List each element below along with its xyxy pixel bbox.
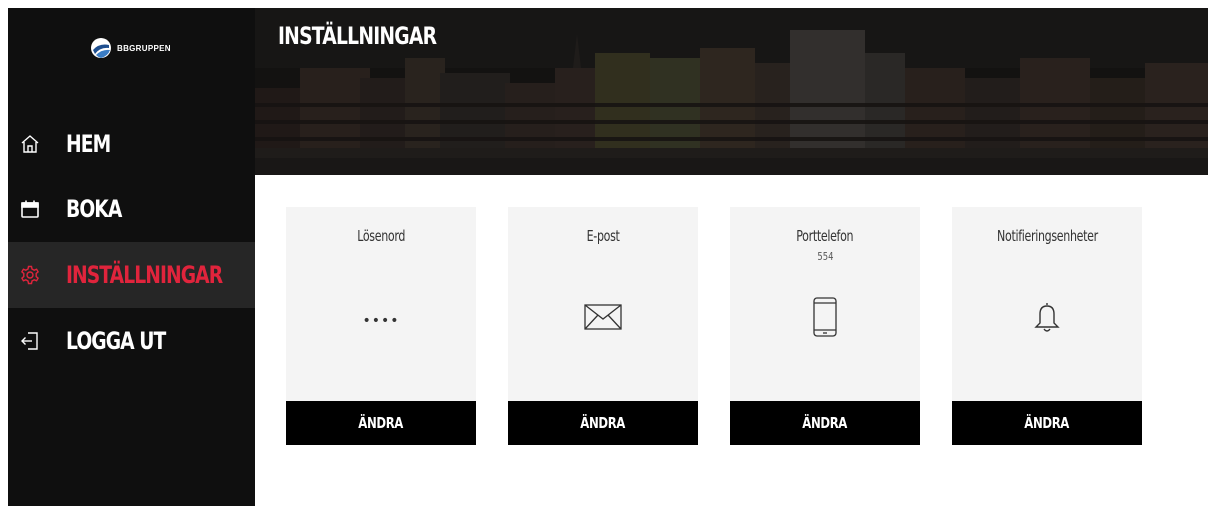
sidebar-item-label: INSTÄLLNINGAR — [66, 261, 223, 289]
password-value: •••• — [362, 313, 400, 329]
settings-card-email: E-post ÄNDRA — [508, 207, 698, 445]
sidebar-item-label: LOGGA UT — [66, 327, 166, 355]
settings-card-password: Lösenord •••• ÄNDRA — [286, 207, 476, 445]
settings-card-porttelefon: Porttelefon 554 ÄNDRA — [730, 207, 920, 445]
bbgruppen-logo-icon — [91, 38, 111, 58]
password-dots-icon: •••• — [357, 297, 405, 345]
change-password-button[interactable]: ÄNDRA — [286, 401, 476, 445]
gear-icon — [20, 265, 40, 285]
calendar-icon — [20, 199, 40, 219]
sidebar: BBGRUPPEN HEM BOKA INSTÄLLNINGAR LOGGA U… — [8, 8, 255, 506]
change-porttelefon-button[interactable]: ÄNDRA — [730, 401, 920, 445]
card-title: Lösenord — [357, 227, 405, 245]
page-title: INSTÄLLNINGAR — [278, 22, 437, 50]
phone-icon — [801, 293, 849, 341]
sidebar-item-hem[interactable]: HEM — [8, 111, 255, 177]
settings-card-notifications: Notifieringsenheter ÄNDRA — [952, 207, 1142, 445]
envelope-icon — [579, 293, 627, 341]
card-title: E-post — [586, 227, 620, 245]
brand-name: BBGRUPPEN — [117, 43, 171, 53]
header-banner: INSTÄLLNINGAR — [255, 8, 1208, 175]
bell-icon — [1023, 293, 1071, 341]
sidebar-item-logga-ut[interactable]: LOGGA UT — [8, 308, 255, 374]
sidebar-item-installningar[interactable]: INSTÄLLNINGAR — [8, 242, 255, 308]
main-content: INSTÄLLNINGAR Lösenord •••• ÄNDRA E-post — [255, 8, 1208, 506]
porttelefon-number: 554 — [816, 250, 834, 263]
sidebar-item-label: BOKA — [66, 195, 122, 223]
sidebar-item-label: HEM — [66, 130, 111, 158]
home-icon — [20, 134, 40, 154]
logout-icon — [20, 331, 40, 351]
brand-logo[interactable]: BBGRUPPEN — [90, 37, 171, 59]
sidebar-item-boka[interactable]: BOKA — [8, 176, 255, 242]
change-email-button[interactable]: ÄNDRA — [508, 401, 698, 445]
change-notifications-button[interactable]: ÄNDRA — [952, 401, 1142, 445]
app-window: BBGRUPPEN HEM BOKA INSTÄLLNINGAR LOGGA U… — [8, 8, 1208, 506]
settings-cards: Lösenord •••• ÄNDRA E-post ÄNDRA Porttel… — [286, 207, 1142, 445]
card-title: Notifieringsenheter — [996, 227, 1098, 245]
card-title: Porttelefon — [796, 227, 854, 245]
